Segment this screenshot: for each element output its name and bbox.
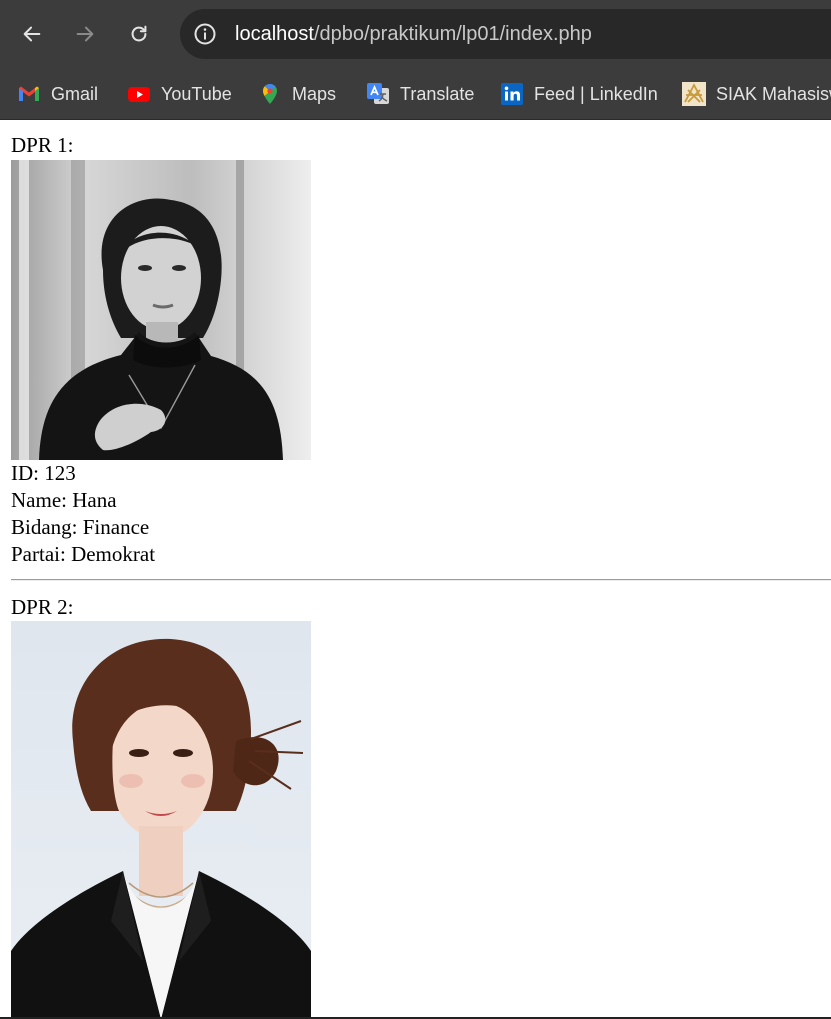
bookmark-label: YouTube <box>161 83 232 104</box>
url-host: localhost <box>235 23 314 45</box>
siak-icon <box>682 82 706 106</box>
record-1-partai: Partai: Demokrat <box>11 542 156 566</box>
bookmark-label: SIAK Mahasisw <box>716 83 831 104</box>
arrow-right-icon <box>76 26 94 42</box>
gmail-icon <box>19 86 39 101</box>
record-divider <box>11 579 831 581</box>
record-2-photo <box>11 621 311 1019</box>
forward-button[interactable] <box>65 14 105 54</box>
portrait-image <box>11 160 311 460</box>
bookmark-siak[interactable]: SIAK Mahasisw <box>682 78 831 110</box>
bookmark-maps[interactable]: Maps <box>258 78 336 110</box>
translate-icon <box>367 83 389 104</box>
bookmark-label: Gmail <box>51 83 99 104</box>
bookmark-label: Translate <box>400 83 475 104</box>
maps-icon <box>263 83 277 104</box>
record-1-heading: DPR 1: <box>11 133 74 157</box>
address-bar[interactable]: localhost/dpbo/praktikum/lp01/index.php <box>180 9 831 59</box>
record-1-name: Name: Hana <box>11 488 117 512</box>
record-1-id: ID: 123 <box>11 461 76 485</box>
bookmark-label: Maps <box>292 83 337 104</box>
bookmark-gmail[interactable]: Gmail <box>17 78 98 110</box>
arrow-left-icon <box>23 26 41 42</box>
browser-toolbar: localhost/dpbo/praktikum/lp01/index.php <box>0 0 831 68</box>
site-info-icon[interactable] <box>192 21 218 47</box>
url-path: /dpbo/praktikum/lp01/index.php <box>313 23 592 45</box>
url-text[interactable]: localhost/dpbo/praktikum/lp01/index.php <box>235 21 592 47</box>
linkedin-icon <box>501 83 523 105</box>
reload-icon <box>131 25 147 42</box>
back-button[interactable] <box>12 14 52 54</box>
bookmark-label: Feed | LinkedIn <box>534 83 658 104</box>
reload-button[interactable] <box>119 14 159 54</box>
bookmark-linkedin[interactable]: Feed | LinkedIn <box>500 78 658 110</box>
page-content: DPR 1: ID: 123 Name: Hana Bidang: Financ… <box>0 121 831 1019</box>
record-1-photo <box>11 160 311 460</box>
bookmark-translate[interactable]: Translate <box>366 78 474 110</box>
bookmark-youtube[interactable]: YouTube <box>127 78 232 110</box>
youtube-icon <box>128 87 150 102</box>
record-1-bidang: Bidang: Finance <box>11 515 150 539</box>
bookmarks-bar: Gmail YouTube Maps Translate Feed | Link… <box>0 68 831 120</box>
portrait-image <box>11 621 311 1019</box>
record-2-heading: DPR 2: <box>11 595 74 619</box>
